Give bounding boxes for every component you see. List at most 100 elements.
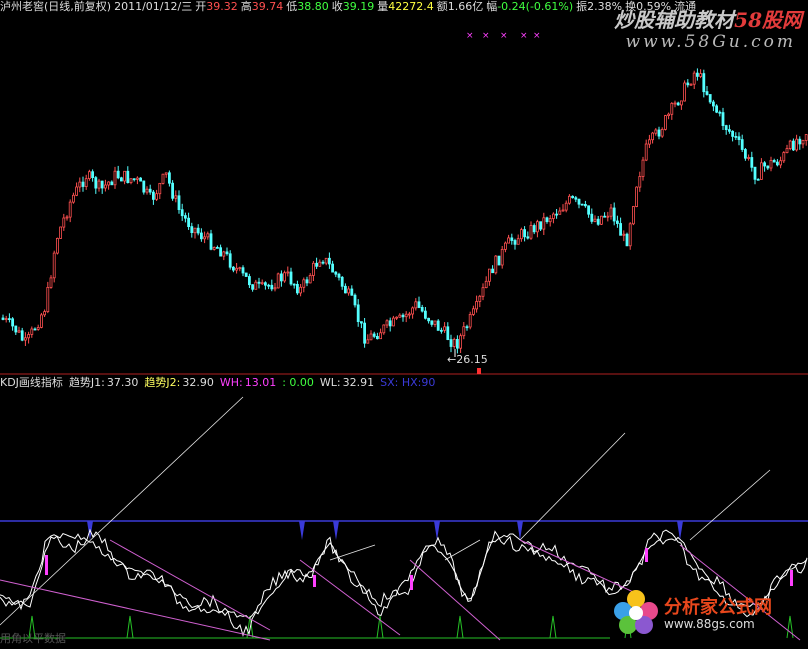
candle-body [513, 240, 517, 245]
candle-body [369, 333, 373, 341]
quote-date: 2011/01/12/三 [114, 0, 193, 13]
open-label: 开 [195, 0, 207, 13]
candle-body [545, 217, 549, 223]
candle-body [689, 83, 693, 86]
candle-body [481, 287, 485, 297]
candle-body [391, 317, 395, 327]
candle-body [683, 82, 686, 102]
candle-body [4, 318, 8, 321]
candle-body [753, 166, 757, 180]
candle-body [273, 287, 277, 290]
candle-body [734, 135, 738, 138]
candle-body [596, 218, 600, 225]
watermark-brand: 58股网 [734, 8, 802, 32]
candle-body [696, 72, 699, 77]
candle-body [145, 188, 149, 193]
candle-body [363, 322, 367, 344]
candle-body [279, 273, 283, 282]
candle-body [580, 203, 584, 206]
signal-mark: × [520, 31, 528, 41]
candle-body [507, 237, 511, 244]
candle-body [644, 143, 648, 161]
candle-body [59, 226, 62, 239]
candle-body [712, 101, 715, 107]
candle-body [584, 203, 587, 207]
candle-body [36, 326, 40, 330]
candle-body [199, 232, 203, 240]
candle-body [62, 217, 66, 228]
candle-body [75, 186, 78, 196]
candle-body [343, 285, 347, 294]
candle-body [680, 100, 683, 106]
candle-body [331, 263, 335, 273]
candle-body [603, 215, 606, 218]
candle-body [46, 286, 50, 312]
level-spike [517, 521, 523, 540]
candle-body [801, 139, 805, 145]
candle-body [795, 138, 798, 151]
candle-body [779, 160, 782, 166]
candle-body [459, 335, 463, 349]
candle-body [529, 225, 533, 239]
candle-body [151, 191, 155, 200]
candle-body [327, 257, 331, 265]
j1-value: 37.30 [106, 376, 139, 389]
candle-body [574, 197, 578, 200]
candle-body [536, 221, 539, 233]
candle-body [78, 181, 82, 188]
candle-body [478, 295, 482, 302]
candle-body [625, 233, 629, 247]
candle-body [219, 247, 223, 257]
candle-body [113, 170, 117, 186]
candle-body [564, 202, 568, 211]
candle-body [337, 273, 341, 278]
high-label: 高 [240, 0, 252, 13]
signal-bar [45, 555, 48, 575]
candle-body [763, 162, 766, 167]
candle-body [276, 273, 280, 289]
candle-body [760, 162, 763, 180]
candle-body [430, 320, 434, 325]
candle-body [398, 314, 402, 318]
candle-body [715, 105, 718, 113]
open-value: 39.32 [206, 0, 238, 13]
candle-body [568, 195, 571, 204]
candle-body [120, 177, 123, 182]
candle-body [414, 301, 418, 309]
vol-value: 42272.4 [388, 0, 434, 13]
candle-body [388, 320, 392, 327]
candle-body [231, 266, 235, 271]
candle-body [308, 274, 312, 284]
candle-body [244, 272, 248, 277]
candle-body [571, 195, 574, 199]
chg-value: -0.24(-0.61%) [497, 0, 574, 13]
candle-body [427, 317, 431, 322]
candle-body [699, 73, 702, 77]
candle-body [772, 159, 776, 163]
candle-body [257, 281, 261, 284]
candle-body [88, 171, 91, 179]
wl-label: WL: [319, 376, 341, 389]
candle-body [606, 215, 610, 218]
trend-line-down [109, 539, 271, 631]
candle-body [452, 338, 456, 347]
candle-body [395, 316, 399, 319]
candle-body [30, 328, 34, 335]
candle-body [404, 313, 408, 318]
candle-body [203, 236, 207, 240]
candle-body [171, 182, 175, 199]
candle-body [183, 215, 187, 219]
candle-body [43, 311, 46, 316]
candle-body [215, 246, 219, 249]
candle-body [94, 177, 98, 189]
price-chart-svg[interactable]: ←26.15 × × × × × [0, 0, 808, 645]
chart-stage[interactable]: ←26.15 × × × × × [0, 0, 808, 645]
candle-body [766, 165, 770, 169]
trend-line-up [519, 432, 626, 541]
candle-body [40, 314, 43, 328]
candle-body [702, 73, 706, 93]
candle-body [475, 301, 479, 310]
green-spike [549, 615, 557, 639]
candle-body [417, 301, 421, 308]
candle-body [439, 329, 443, 332]
